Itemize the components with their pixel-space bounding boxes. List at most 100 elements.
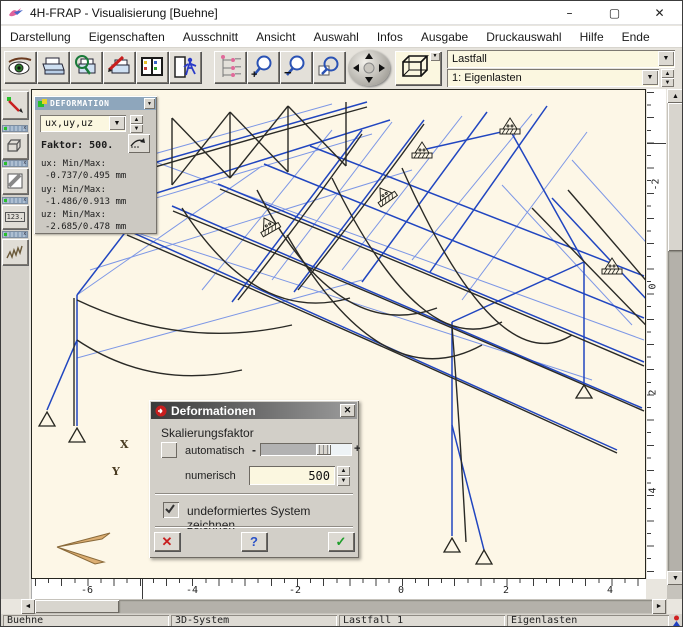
hatch-tool-button[interactable]	[2, 168, 28, 194]
maximize-button[interactable]: ▢	[592, 1, 637, 25]
numeric-spin-down[interactable]: ▼	[337, 476, 350, 486]
manual-book-icon	[139, 55, 165, 79]
horizontal-ruler: -6 -4 -2 0 2 4	[31, 579, 646, 599]
print-preview-button[interactable]	[70, 51, 102, 83]
menu-item-druckauswahl[interactable]: Druckauswahl	[477, 27, 570, 47]
view-cube-dropdown[interactable]: ▼	[395, 51, 441, 85]
draw-tool-button[interactable]	[2, 91, 28, 119]
component-select-dropdown-arrow[interactable]: ▼	[109, 116, 125, 130]
view-eye-button[interactable]	[4, 51, 36, 83]
zoom-in-icon: +	[250, 54, 276, 80]
structure-tree-icon	[218, 54, 242, 80]
view-cube-dropdown-arrow[interactable]: ▼	[430, 52, 440, 61]
hscroll-track[interactable]	[119, 600, 652, 613]
vscroll-thumb[interactable]	[668, 103, 683, 251]
cancel-button[interactable]: ✕	[154, 532, 180, 551]
box-tool-titlebar[interactable]: x	[2, 125, 28, 132]
loadcase-combo-dropdown-arrow[interactable]: ▼	[642, 70, 658, 85]
print-edit-button[interactable]	[103, 51, 135, 83]
lastfall-combo-dropdown-arrow[interactable]: ▼	[658, 51, 674, 66]
eye-icon	[7, 56, 33, 78]
vscroll-track[interactable]	[668, 251, 683, 571]
numeric-input[interactable]: 500	[249, 466, 335, 485]
faktor-value: Faktor: 500.	[41, 140, 113, 151]
menu-item-ausgabe[interactable]: Ausgabe	[412, 27, 477, 47]
box-3d-icon	[6, 138, 24, 154]
deformation-panel-titlebar[interactable]: DEFORMATION ▼	[35, 97, 156, 110]
slider-fill	[261, 444, 316, 455]
undeformed-checkbox[interactable]	[163, 502, 179, 518]
help-button[interactable]: ?	[241, 532, 267, 551]
component-select[interactable]: ux,uy,uz ▼	[40, 115, 126, 132]
horizontal-scrollbar[interactable]: ◄ ►	[21, 599, 667, 614]
menu-item-infos[interactable]: Infos	[368, 27, 412, 47]
uy-label: uy: Min/Max:	[41, 185, 106, 195]
scroll-up-button[interactable]: ▲	[667, 89, 683, 103]
hscroll-thumb[interactable]	[35, 600, 119, 613]
zoom-out-button[interactable]: −	[280, 51, 312, 83]
scroll-right-button[interactable]: ►	[652, 599, 666, 614]
curved-arrow-icon	[128, 134, 148, 151]
box-tool-button[interactable]	[2, 133, 28, 159]
pan-dpad[interactable]	[348, 50, 390, 86]
scroll-left-button[interactable]: ◄	[21, 599, 35, 614]
axis-x-label: X	[120, 438, 129, 451]
checkmark-icon	[163, 502, 177, 516]
statusbar: Buehne 3D-System Lastfall 1 Eigenlasten	[1, 614, 682, 627]
status-system: 3D-System	[171, 615, 337, 627]
scale-slider[interactable]	[260, 443, 352, 456]
ok-button[interactable]: ✓	[328, 532, 354, 551]
apply-factor-button[interactable]	[128, 134, 150, 153]
menu-item-eigenschaften[interactable]: Eigenschaften	[80, 27, 174, 47]
menu-item-ausschnitt[interactable]: Ausschnitt	[174, 27, 247, 47]
left-sidebar: x x x 123. x	[1, 89, 29, 599]
loadcase-spin-up[interactable]: ▲	[661, 69, 674, 78]
scroll-down-button[interactable]: ▼	[667, 571, 683, 585]
menu-item-hilfe[interactable]: Hilfe	[571, 27, 613, 47]
slider-thumb[interactable]	[316, 444, 331, 455]
automatisch-checkbox[interactable]	[161, 442, 177, 458]
vertical-scrollbar[interactable]: ▲ ▼	[667, 89, 683, 599]
component-spin-up[interactable]: ▲	[130, 115, 143, 124]
spring-tool-button[interactable]	[2, 239, 28, 265]
spring-tool-titlebar[interactable]: x	[2, 231, 28, 238]
hatch-tool-titlebar[interactable]: x	[2, 160, 28, 167]
component-spin-down[interactable]: ▼	[130, 124, 143, 133]
menu-item-ende[interactable]: Ende	[613, 27, 659, 47]
zoom-in-button[interactable]: +	[247, 51, 279, 83]
menu-item-darstellung[interactable]: Darstellung	[1, 27, 80, 47]
slider-plus-label[interactable]: +	[354, 443, 360, 455]
numbers-tool-button[interactable]: 123.	[2, 205, 28, 229]
menu-item-auswahl[interactable]: Auswahl	[304, 27, 367, 47]
exit-button[interactable]	[169, 51, 201, 83]
deformation-panel-title: DEFORMATION	[50, 99, 110, 108]
numeric-spin-up[interactable]: ▲	[337, 466, 350, 476]
hruler-label: 0	[398, 585, 404, 596]
uy-value: -1.486/0.913 mm	[45, 197, 126, 207]
loadcase-spin-down[interactable]: ▼	[661, 78, 674, 87]
app-logo-icon	[8, 6, 24, 20]
svg-text:+: +	[251, 69, 257, 80]
print-button[interactable]	[37, 51, 69, 83]
loadcase-combo[interactable]: 1: Eigenlasten ▼	[447, 69, 659, 87]
axes-triad-icon	[57, 533, 110, 564]
structure-tree-button[interactable]	[214, 51, 246, 83]
manual-button[interactable]	[136, 51, 168, 83]
minimize-button[interactable]: –	[547, 1, 592, 25]
dialog-titlebar[interactable]: Deformationen ✕	[151, 402, 357, 419]
close-button[interactable]: ✕	[637, 1, 682, 25]
ux-value: -0.737/0.495 mm	[45, 171, 126, 181]
panel-shade-button[interactable]: ▼	[144, 98, 155, 109]
print-edit-icon	[106, 54, 132, 80]
slider-minus-label[interactable]: -	[252, 443, 256, 457]
numerisch-label: numerisch	[185, 470, 236, 482]
deformationen-dialog: Deformationen ✕ Skalierungsfaktor automa…	[149, 400, 359, 558]
status-loadcase-name: Eigenlasten	[507, 615, 669, 627]
toolbar: + −	[1, 48, 682, 89]
menu-item-ansicht[interactable]: Ansicht	[247, 27, 304, 47]
dialog-close-button[interactable]: ✕	[340, 404, 355, 417]
lastfall-combo[interactable]: Lastfall ▼	[447, 50, 675, 68]
titlebar[interactable]: 4H-FRAP - Visualisierung [Buehne] – ▢ ✕	[1, 1, 682, 25]
numbers-tool-titlebar[interactable]: x	[2, 197, 28, 204]
zoom-window-button[interactable]	[313, 51, 345, 83]
